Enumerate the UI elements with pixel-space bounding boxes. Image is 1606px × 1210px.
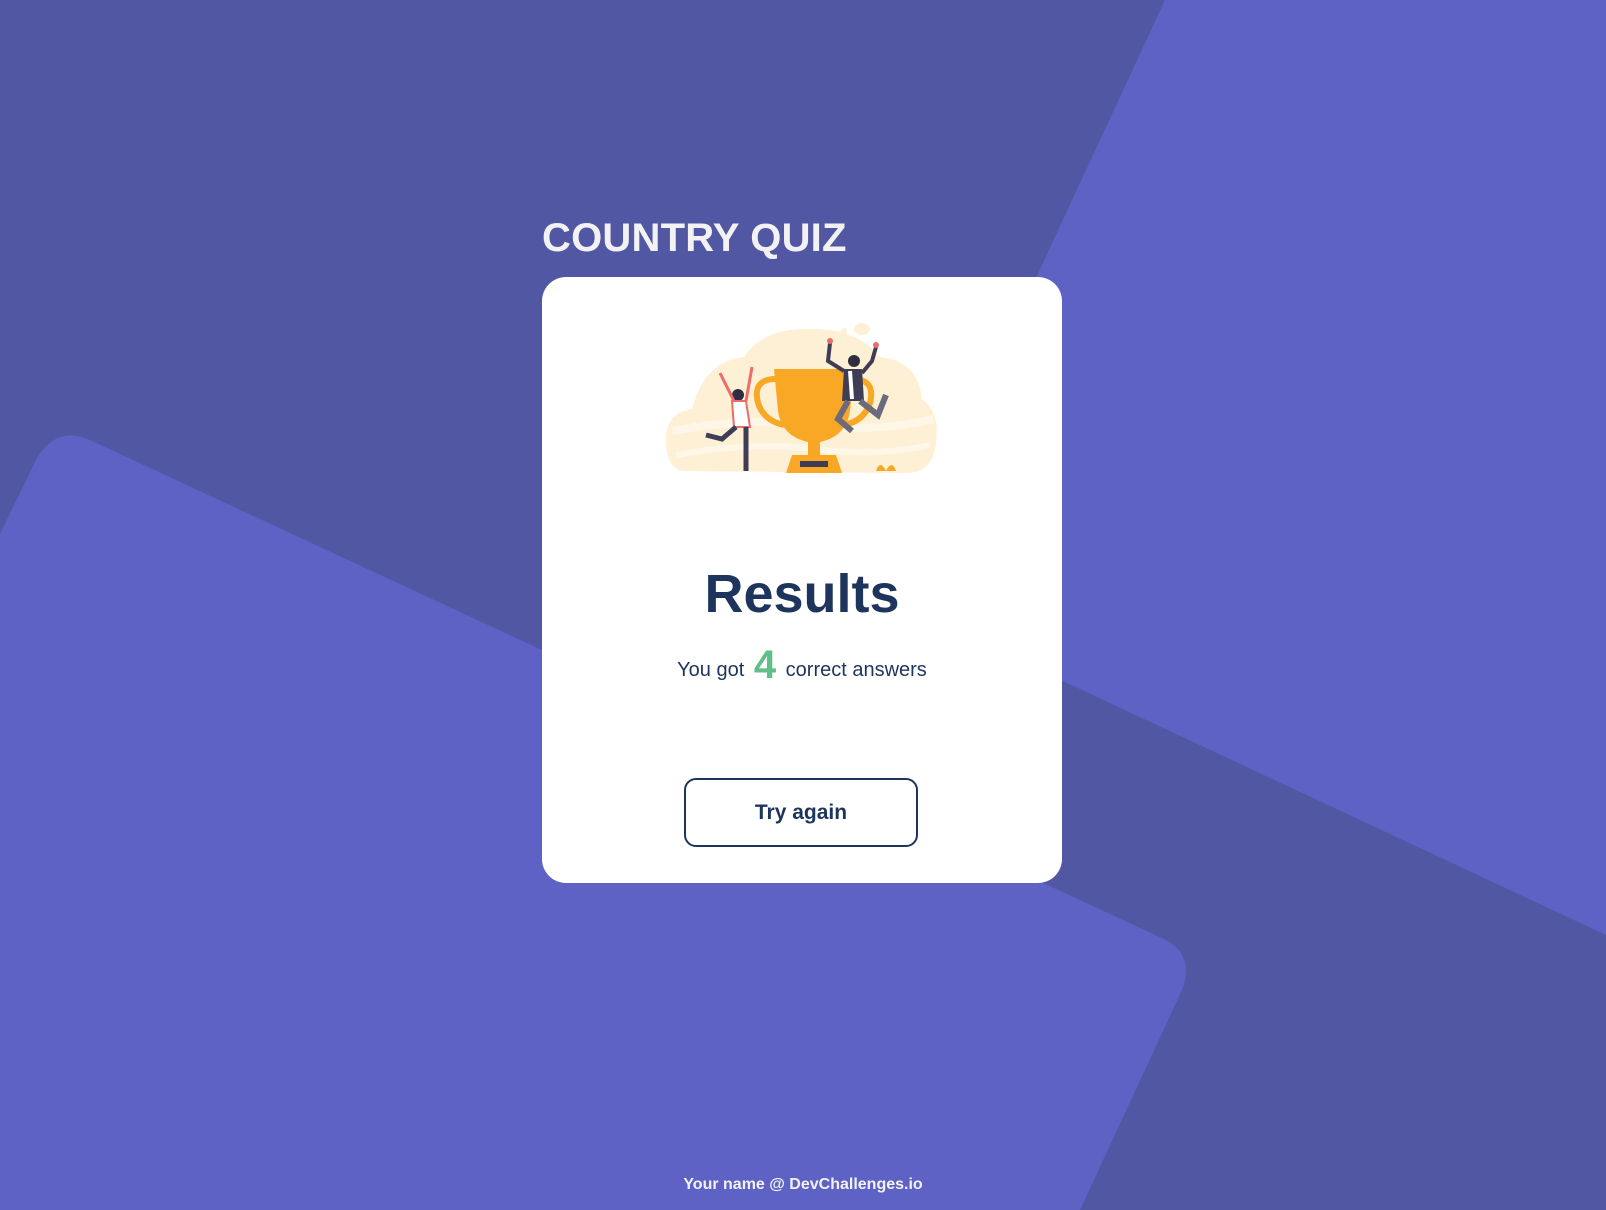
score-prefix: You got xyxy=(677,659,745,681)
footer-credit: Your name @ DevChallenges.io xyxy=(683,1176,923,1193)
results-heading: Results xyxy=(704,564,900,624)
score-suffix: correct answers xyxy=(785,659,927,681)
score-value: 4 xyxy=(753,643,777,687)
background-shape-top-right xyxy=(1035,0,1606,935)
app-title: COUNTRY QUIZ xyxy=(542,216,847,260)
results-card: Results You got 4 correct answers Try ag… xyxy=(542,277,1062,883)
try-again-button[interactable]: Try again xyxy=(684,778,918,847)
score-summary: You got 4 correct answers xyxy=(542,643,1062,692)
trophy-celebration-illustration xyxy=(666,323,937,473)
